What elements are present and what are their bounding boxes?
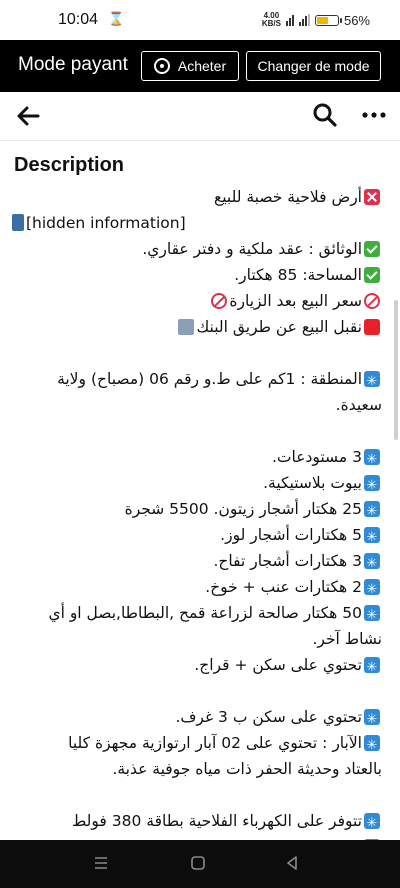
description-blank-line: [10, 418, 382, 444]
description-text: تحتوي على سكن + قراج.: [194, 656, 362, 674]
podcast-icon: [153, 58, 170, 74]
status-bar: 10:04 ⌛ 4.00 KB/S 56%: [0, 0, 400, 40]
description-text: 2 هكتارات عنب + خوخ.: [205, 578, 362, 596]
description-line: سعر البيع بعد الزيارة: [10, 288, 382, 314]
no-emoji-icon: [364, 293, 380, 309]
snow-emoji-icon: [364, 551, 380, 577]
notification-icon: ⌛: [108, 12, 125, 27]
more-icon[interactable]: [360, 102, 388, 128]
description-text: 25 هكتار أشجار زيتون. 5500 شجرة: [124, 500, 362, 518]
top-nav: [0, 92, 400, 141]
home-icon[interactable]: [189, 854, 207, 872]
system-nav-bar: [0, 840, 400, 888]
check-emoji-icon: [364, 267, 380, 283]
description-line: 3 هكتارات أشجار تفاح.: [10, 548, 382, 577]
red-emoji-icon: [364, 319, 380, 335]
snow-emoji-icon: [364, 369, 380, 395]
check-emoji-icon: [364, 241, 380, 257]
status-icons: 4.00 KB/S 56%: [262, 12, 370, 28]
description-text: المساحة: 85 هكتار.: [234, 266, 362, 284]
x-emoji-icon: [364, 189, 380, 205]
description-text: تحتوي على سكن ب 3 غرف.: [175, 708, 362, 726]
wifi-icon: [285, 14, 294, 26]
snow-emoji-icon: [364, 525, 380, 551]
snow-emoji-icon: [364, 811, 380, 837]
snow-emoji-icon: [364, 655, 380, 681]
phone-emoji-icon: [12, 214, 24, 231]
description-line: الآبار : تحتوي على 02 آبار ارتوازية مجهز…: [10, 730, 382, 759]
description-text: المنطقة : 1كم على ط.و رقم 06 (مصباح) ولا…: [57, 370, 362, 388]
description-text: 50 هكتار صالحة لزراعة قمح ,البطاطا,بصل ا…: [48, 604, 362, 622]
search-icon[interactable]: [312, 102, 338, 128]
speed-unit: KB/S: [261, 19, 281, 28]
description-line: بيوت بلاستيكية.: [10, 470, 382, 499]
change-mode-label: Changer de mode: [257, 58, 370, 74]
description-text: 3 هكتارات أشجار تفاح.: [213, 552, 363, 570]
description-blank-line: [10, 782, 382, 808]
description-line: المساحة: 85 هكتار.: [10, 262, 382, 288]
bank-emoji-icon: [178, 319, 195, 335]
description-text: الآبار : تحتوي على 02 آبار ارتوازية مجهز…: [68, 734, 362, 752]
description-line: بالعتاد وحديثة الحفر ذات مياه جوفية عذبة…: [10, 756, 382, 782]
battery-percent: 56%: [343, 12, 370, 28]
back-arrow-icon[interactable]: [14, 102, 42, 130]
description-line: نشاط آخر.: [10, 626, 383, 652]
description-line: 3 مستودعات.: [10, 444, 382, 473]
description-text: نقبل البيع عن طريق البنك: [196, 318, 362, 336]
snow-emoji-icon: [364, 707, 380, 733]
signal-icon: [298, 14, 310, 26]
description-line: 25 هكتار أشجار زيتون. 5500 شجرة: [10, 496, 382, 525]
description-text: تتوفر على الكهرباء الفلاحية بطاقة 380 فو…: [71, 812, 362, 830]
description-text: أرض فلاحية خصبة للبيع: [213, 188, 362, 206]
description-text: 3 مستودعات.: [271, 448, 362, 466]
description-line: أرض فلاحية خصبة للبيع: [10, 184, 382, 210]
description-line: الوثائق : عقد ملكية و دفتر عقاري.: [10, 236, 382, 262]
description-line: نقبل البيع عن طريق البنك: [10, 314, 382, 340]
description-text: [hidden information]: [26, 214, 186, 232]
change-mode-button[interactable]: Changer de mode: [246, 51, 381, 81]
description-text: الوثائق : عقد ملكية و دفتر عقاري.: [142, 240, 362, 258]
back-icon[interactable]: [283, 854, 301, 872]
description-line: سعيدة.: [10, 392, 382, 418]
description-lines: أرض فلاحية خصبة للبيع [hidden information…: [10, 184, 382, 840]
snow-emoji-icon: [364, 499, 380, 525]
description-text: بيوت بلاستيكية.: [263, 474, 362, 492]
scrollbar[interactable]: [394, 300, 398, 440]
description-text: سعر البيع بعد الزيارة: [229, 292, 362, 310]
snow-emoji-icon: [364, 577, 380, 603]
snow-emoji-icon: [364, 447, 380, 473]
description-blank-line: [10, 340, 382, 366]
description-text: سعيدة.: [335, 396, 382, 414]
listing-content[interactable]: Description أرض فلاحية خصبة للبيع [hidden…: [0, 140, 400, 840]
description-line: [hidden information]: [10, 210, 382, 236]
description-line: 2 هكتارات عنب + خوخ.: [10, 574, 382, 603]
snow-emoji-icon: [364, 733, 380, 759]
recents-icon[interactable]: [92, 854, 110, 872]
description-line: 50 هكتار صالحة لزراعة قمح ,البطاطا,بصل ا…: [10, 600, 382, 629]
description-line: تحتوي على سكن + قراج.: [10, 652, 382, 681]
no-emoji-icon: [211, 293, 228, 309]
description-text: 5 هكتارات أشجار لوز.: [220, 526, 362, 544]
buy-label: Acheter: [177, 58, 227, 74]
status-time: 10:04: [58, 11, 99, 28]
snow-emoji-icon: [364, 603, 380, 629]
battery-icon: [314, 14, 342, 26]
network-speed: 4.00 KB/S: [262, 12, 281, 28]
mode-bar: Mode payant Acheter Changer de mode: [0, 40, 400, 92]
description-line: تتوفر على الكهرباء الفلاحية بطاقة 380 فو…: [10, 808, 382, 837]
description-text: نشاط آخر.: [312, 630, 383, 648]
snow-emoji-icon: [364, 473, 380, 499]
description-line: تحتوي على سكن ب 3 غرف.: [10, 704, 382, 733]
buy-button[interactable]: Acheter: [141, 51, 239, 81]
mode-title: Mode payant: [18, 54, 128, 75]
description-text: بالعتاد وحديثة الحفر ذات مياه جوفية عذبة…: [112, 760, 382, 778]
description-line: 5 هكتارات أشجار لوز.: [10, 522, 382, 551]
description-blank-line: [10, 678, 382, 704]
description-line: المنطقة : 1كم على ط.و رقم 06 (مصباح) ولا…: [10, 366, 382, 395]
description-heading: Description: [14, 154, 125, 176]
